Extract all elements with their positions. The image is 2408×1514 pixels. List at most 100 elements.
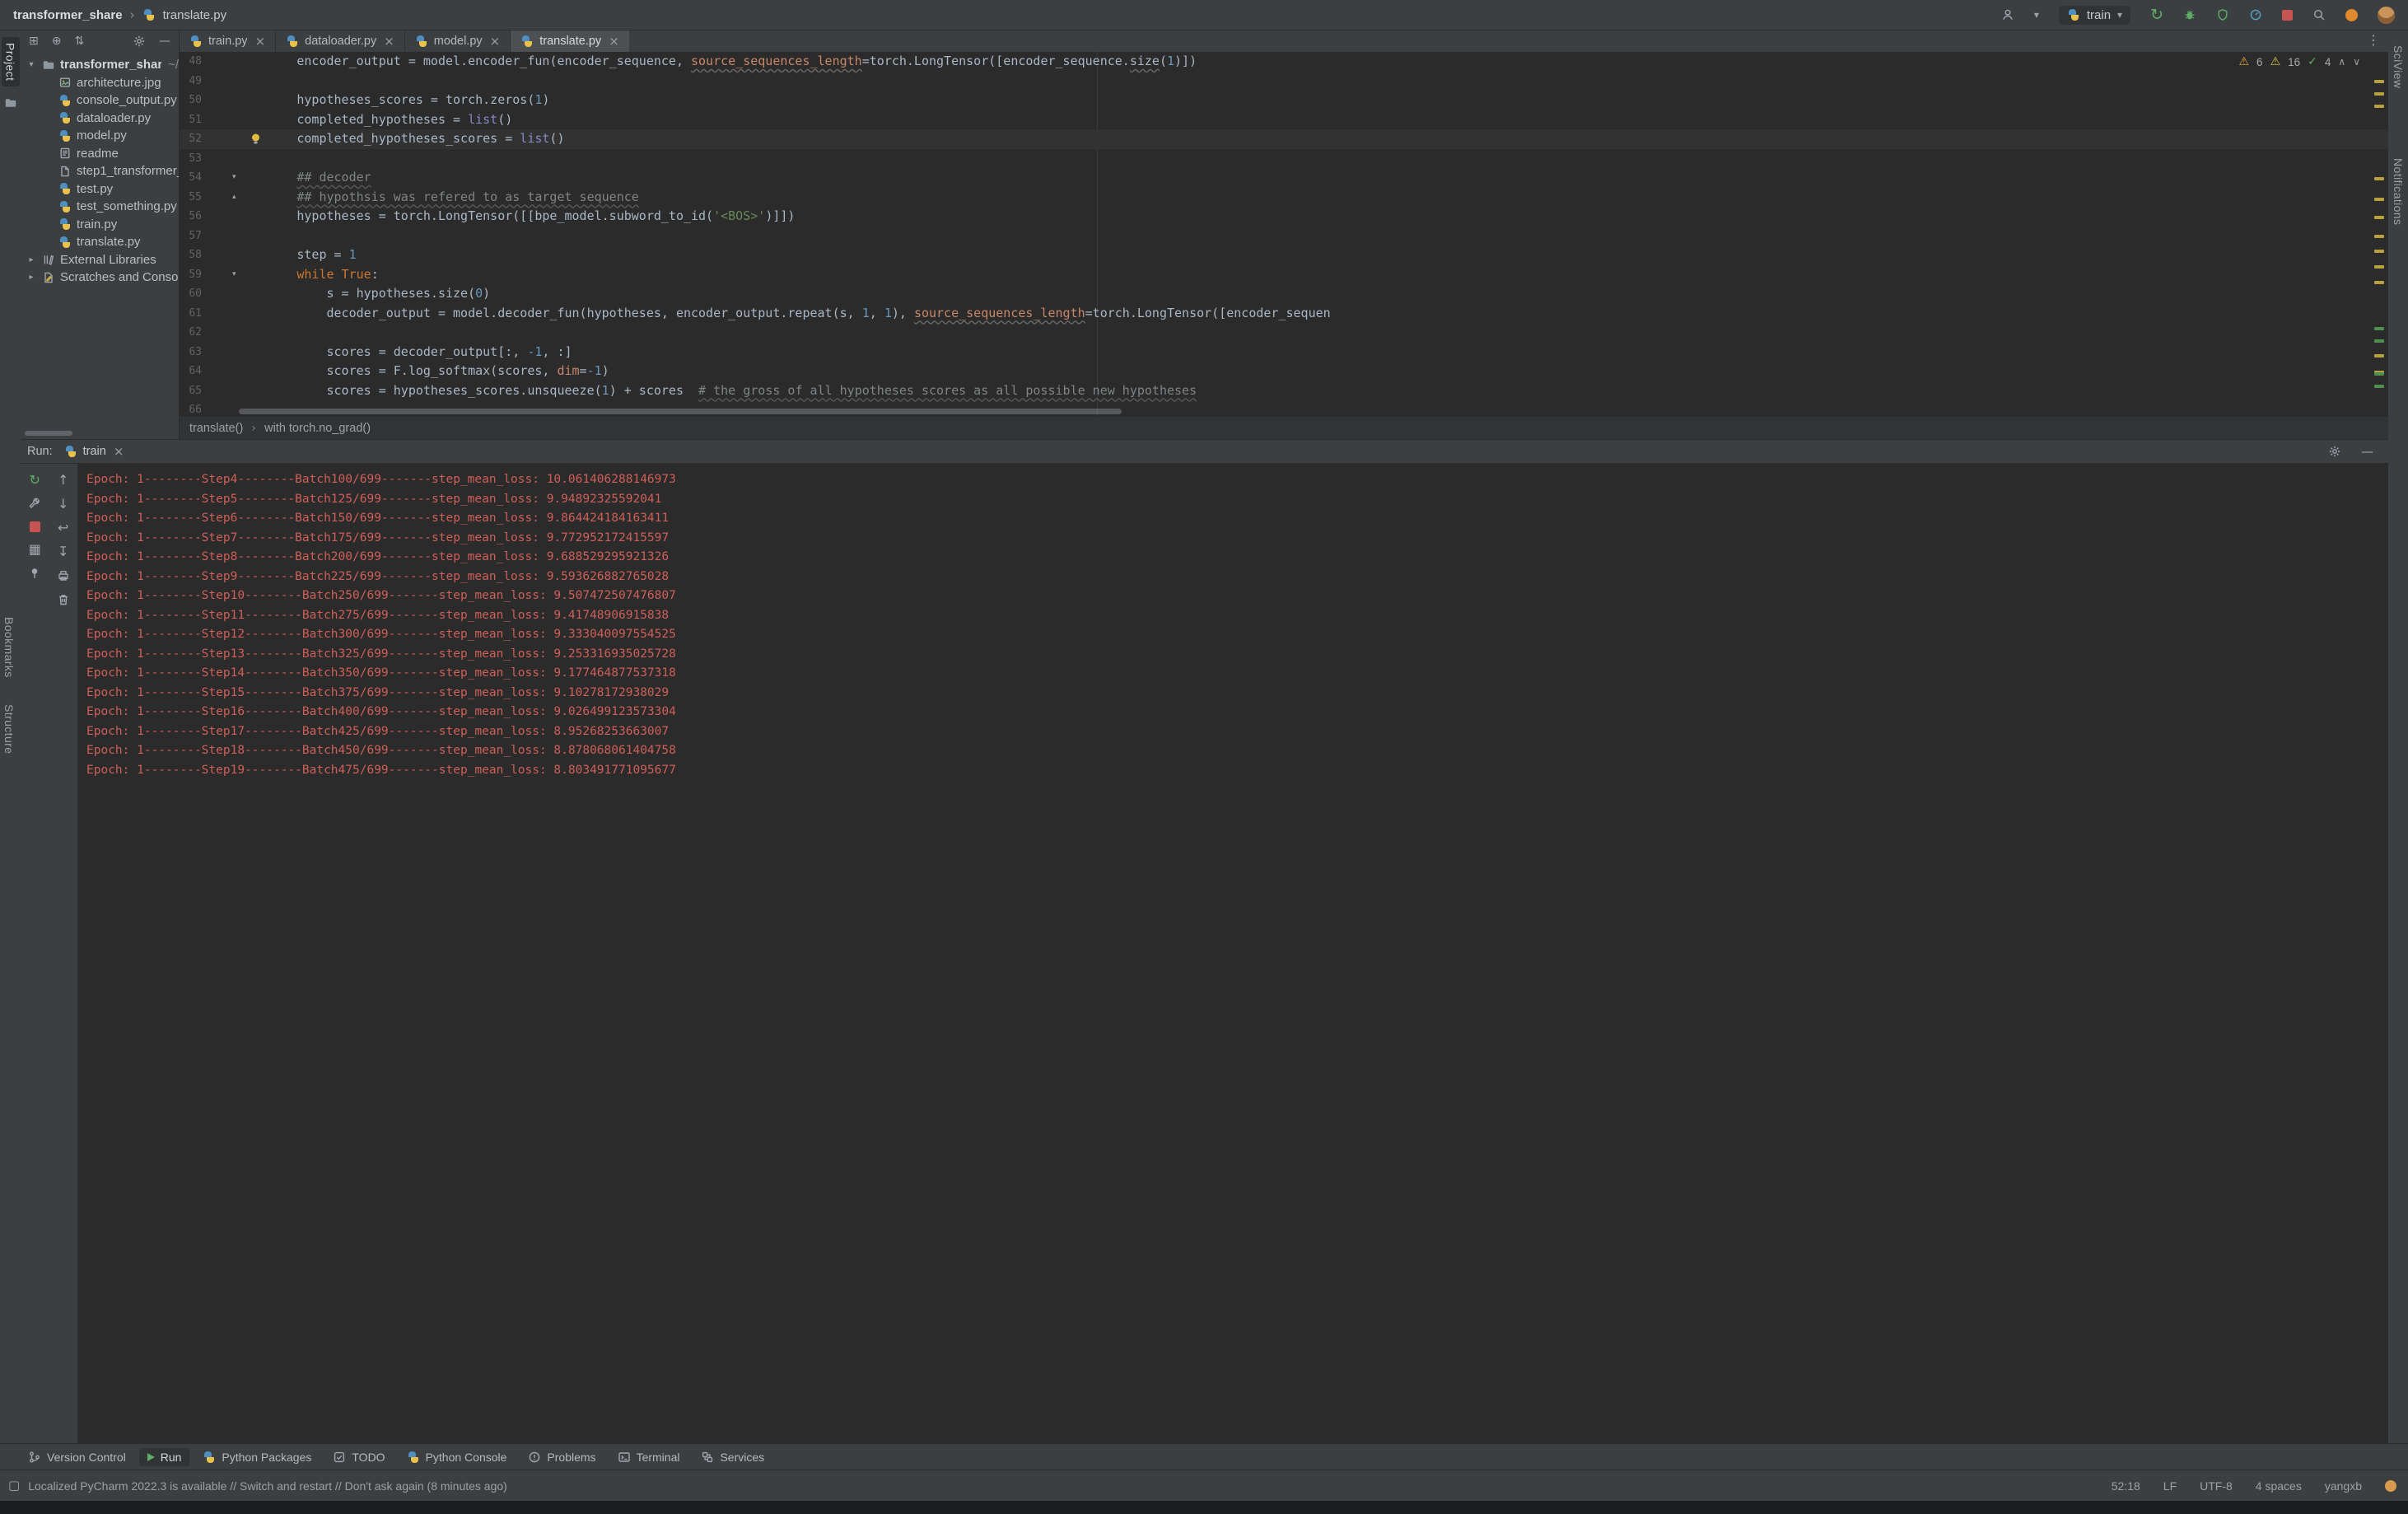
tool-window-button-version-control[interactable]: Version Control — [20, 1448, 134, 1466]
code-line-49[interactable]: 49 — [180, 72, 2388, 91]
editor-tab-dataloader-py[interactable]: dataloader.py× — [276, 30, 405, 52]
avatar[interactable] — [2378, 7, 2395, 24]
code-line-61[interactable]: 61 decoder_output = model.decoder_fun(hy… — [180, 304, 2388, 324]
breadcrumb-block[interactable]: with torch.no_grad() — [264, 422, 371, 435]
close-icon[interactable]: × — [490, 34, 501, 49]
code-line-59[interactable]: 59▾ while True: — [180, 265, 2388, 285]
chevron-icon[interactable]: ▸ — [26, 273, 37, 282]
hide-run-panel-icon[interactable]: — — [2361, 446, 2373, 458]
stop-button[interactable] — [2282, 10, 2293, 21]
code-line-56[interactable]: 56 hypotheses = torch.LongTensor([[bpe_m… — [180, 207, 2388, 227]
code-line-60[interactable]: 60 s = hypotheses.size(0) — [180, 284, 2388, 304]
tree-item-test-py[interactable]: test.py — [21, 180, 179, 199]
code-line-52[interactable]: 52 completed_hypotheses_scores = list() — [180, 129, 2388, 149]
tree-item-readme[interactable]: readme — [21, 145, 179, 163]
code-line-62[interactable]: 62 — [180, 323, 2388, 343]
editor-horizontal-scrollbar[interactable] — [239, 409, 1122, 414]
tree-item-test-something-py[interactable]: test_something.py — [21, 198, 179, 216]
tool-window-button-terminal[interactable]: Terminal — [609, 1448, 688, 1466]
expand-collapse-icon[interactable]: ⇅ — [74, 35, 84, 47]
chevron-icon[interactable]: ▾ — [26, 60, 37, 69]
tool-window-button-services[interactable]: Services — [693, 1448, 772, 1466]
run-button[interactable]: ↻ — [2150, 7, 2163, 23]
restore-layout-icon[interactable]: ▦ — [29, 543, 41, 556]
breadcrumb-function[interactable]: translate() — [189, 422, 243, 435]
down-stacktrace-icon[interactable]: ↓ — [58, 498, 68, 511]
up-stacktrace-icon[interactable]: ↑ — [58, 474, 68, 487]
pin-icon[interactable] — [28, 567, 41, 580]
scroll-to-end-icon[interactable]: ↧ — [58, 545, 68, 558]
run-config-selector[interactable]: train ▾ — [2059, 6, 2130, 25]
tree-item-external-libraries[interactable]: ▸External Libraries — [21, 251, 179, 269]
close-icon[interactable]: × — [384, 34, 394, 49]
select-opened-file-icon[interactable]: ⊕ — [52, 35, 62, 47]
tool-window-button-todo[interactable]: TODO — [324, 1448, 393, 1466]
code-line-53[interactable]: 53 — [180, 149, 2388, 169]
print-icon[interactable] — [57, 569, 70, 582]
tree-item-step1-transformer[interactable]: step1_transformer_ — [21, 162, 179, 180]
tabs-menu-icon[interactable]: ⋮ — [2367, 34, 2380, 47]
status-message[interactable]: Localized PyCharm 2022.3 is available //… — [28, 1479, 507, 1493]
search-icon[interactable] — [2312, 8, 2326, 21]
user-badge-icon[interactable] — [2385, 1480, 2396, 1492]
tool-stripe-notifications[interactable]: Notifications — [2392, 158, 2405, 225]
tool-stripe-structure[interactable]: Structure — [2, 704, 16, 754]
tree-item-translate-py[interactable]: translate.py — [21, 233, 179, 251]
tree-item-dataloader-py[interactable]: dataloader.py — [21, 110, 179, 128]
code-line-65[interactable]: 65 scores = hypotheses_scores.unsqueeze(… — [180, 381, 2388, 401]
folder-icon[interactable] — [4, 96, 17, 110]
tree-item-transformer-share[interactable]: ▾transformer_share~/ — [21, 56, 179, 74]
next-problem-icon[interactable]: ∨ — [2353, 56, 2360, 68]
tool-stripe-bookmarks[interactable]: Bookmarks — [2, 617, 16, 678]
profiler-button[interactable] — [2249, 8, 2262, 21]
code-line-54[interactable]: 54▾ ## decoder — [180, 168, 2388, 188]
chevron-icon[interactable]: ▸ — [26, 255, 37, 264]
close-icon[interactable]: × — [609, 34, 619, 49]
run-settings-gear-icon[interactable] — [2328, 445, 2341, 458]
code-line-63[interactable]: 63 scores = decoder_output[:, -1, :] — [180, 343, 2388, 362]
tree-item-architecture-jpg[interactable]: architecture.jpg — [21, 74, 179, 92]
code-line-64[interactable]: 64 scores = F.log_softmax(scores, dim=-1… — [180, 362, 2388, 381]
code-with-me-icon[interactable] — [2001, 8, 2014, 21]
tool-window-button-python-packages[interactable]: Python Packages — [194, 1448, 320, 1466]
coverage-button[interactable] — [2216, 8, 2229, 21]
fold-up-icon[interactable]: ▴ — [232, 188, 236, 208]
status-widget-icon[interactable]: ▢ — [8, 1479, 20, 1492]
code-line-55[interactable]: 55▴ ## hypothsis was refered to as targe… — [180, 188, 2388, 208]
debug-button[interactable] — [2183, 8, 2196, 21]
view-options-icon[interactable]: ⊞ — [29, 35, 39, 47]
code-editor[interactable]: 48 encoder_output = model.encoder_fun(en… — [180, 52, 2388, 416]
hide-panel-icon[interactable]: — — [159, 35, 170, 47]
inspections-widget[interactable]: ⚠6 ⚠16 ✓4 ∧ ∨ — [2232, 53, 2367, 71]
error-stripe[interactable] — [2371, 52, 2386, 416]
status-item[interactable]: 52:18 — [2112, 1479, 2140, 1493]
tool-stripe-project[interactable]: Project — [2, 37, 20, 86]
editor-tab-model-py[interactable]: model.py× — [405, 30, 511, 52]
status-item[interactable]: 4 spaces — [2256, 1479, 2302, 1493]
code-with-me-caret-icon[interactable]: ▾ — [2034, 9, 2039, 21]
project-scrollbar[interactable] — [25, 431, 72, 436]
code-line-50[interactable]: 50 hypotheses_scores = torch.zeros(1) — [180, 91, 2388, 110]
tree-item-model-py[interactable]: model.py — [21, 127, 179, 145]
update-icon[interactable] — [2345, 9, 2358, 21]
code-line-58[interactable]: 58 step = 1 — [180, 245, 2388, 265]
tool-window-button-problems[interactable]: Problems — [520, 1448, 604, 1466]
close-icon[interactable]: × — [255, 34, 266, 49]
code-line-57[interactable]: 57 — [180, 227, 2388, 246]
run-console[interactable]: Epoch: 1--------Step4--------Batch100/69… — [78, 464, 2388, 1443]
intention-bulb-icon[interactable] — [249, 132, 263, 146]
tree-item-train-py[interactable]: train.py — [21, 216, 179, 234]
status-item[interactable]: LF — [2163, 1479, 2177, 1493]
tool-stripe-sciview[interactable]: SciView — [2392, 45, 2405, 88]
editor-tab-train-py[interactable]: train.py× — [180, 30, 276, 52]
soft-wrap-icon[interactable]: ↩ — [58, 521, 68, 535]
fold-down-icon[interactable]: ▾ — [232, 265, 236, 285]
fold-down-icon[interactable]: ▾ — [232, 168, 236, 188]
tree-item-scratches-and-consoles[interactable]: ▸Scratches and Consoles — [21, 269, 179, 287]
status-item[interactable]: UTF-8 — [2200, 1479, 2233, 1493]
editor-tab-translate-py[interactable]: translate.py× — [511, 30, 630, 52]
gear-icon[interactable] — [133, 35, 146, 48]
run-tab-train[interactable]: train × — [64, 444, 124, 459]
tool-window-button-python-console[interactable]: Python Console — [399, 1448, 516, 1466]
close-icon[interactable]: × — [114, 444, 124, 459]
